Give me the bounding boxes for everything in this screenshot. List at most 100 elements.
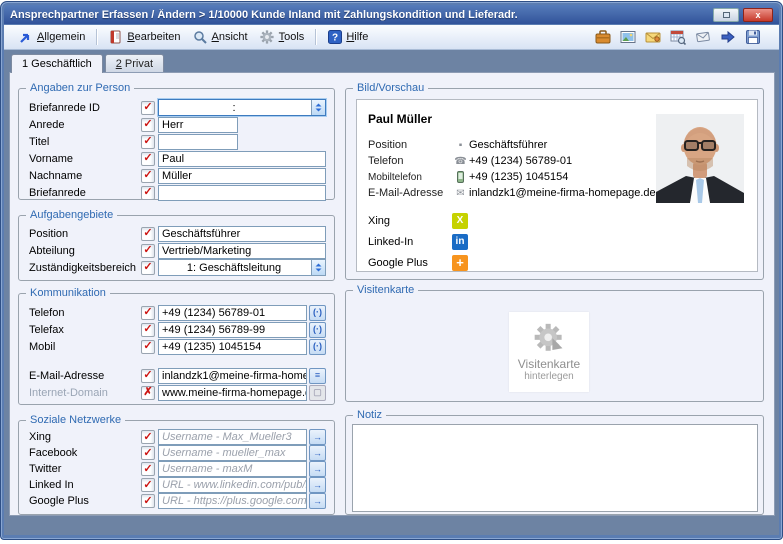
email-input[interactable]: inlandzk1@meine-firma-homepage.de [158, 368, 307, 384]
checked-icon[interactable]: ✓ [141, 430, 155, 444]
field-row-twitter: Twitter ✓ Username - maxM → [29, 461, 326, 477]
telefon-input[interactable]: +49 (1234) 56789-01 [158, 305, 307, 321]
preview-card: Paul Müller Position ▪ Geschäftsführer T… [356, 99, 758, 272]
menu-allgemein[interactable]: Allgemein [12, 28, 91, 47]
menu-hilfe[interactable]: ? Hilfe [321, 28, 374, 47]
forward-icon[interactable] [719, 29, 736, 46]
linkedin-icon[interactable]: in [452, 234, 468, 250]
xing-input[interactable]: Username - Max_Mueller3 [158, 429, 307, 445]
checked-icon[interactable]: ✓ [141, 462, 155, 476]
field-row-facebook: Facebook ✓ Username - mueller_max → [29, 445, 326, 461]
field-label: Mobil [29, 341, 141, 353]
position-input[interactable]: Geschäftsführer [158, 226, 326, 242]
briefanrede-input[interactable] [158, 185, 326, 201]
menu-label: Bearbeiten [127, 31, 180, 43]
facebook-input[interactable]: Username - mueller_max [158, 445, 307, 461]
twitter-input[interactable]: Username - maxM [158, 461, 307, 477]
open-link-button[interactable]: → [309, 477, 326, 493]
field-label: Briefanrede [29, 187, 141, 199]
dial-button[interactable]: (·) [309, 322, 326, 338]
open-link-button[interactable]: → [309, 493, 326, 509]
restore-button[interactable] [713, 8, 739, 22]
picture-icon[interactable] [619, 29, 636, 46]
contact-edit-icon[interactable] [644, 29, 661, 46]
checked-icon[interactable]: ✓ [141, 227, 155, 241]
preview-row-email: E-Mail-Adresse ✉ inlandzk1@meine-firma-h… [368, 185, 647, 201]
checked-icon[interactable]: ✓ [141, 152, 155, 166]
preview-row-position: Position ▪ Geschäftsführer [368, 137, 647, 153]
unchecked-icon[interactable]: ✗ [141, 386, 155, 400]
visitenkarte-placeholder[interactable]: Visitenkarte hinterlegen [509, 312, 589, 392]
checked-icon[interactable]: ✓ [141, 494, 155, 508]
preview-row-linkedin: Linked-In in [368, 231, 468, 252]
titel-input[interactable] [158, 134, 238, 150]
table-search-icon[interactable] [669, 29, 686, 46]
field-row-googleplus: Google Plus ✓ URL - https://plus.google.… [29, 493, 326, 509]
placeholder-line1: Visitenkarte [518, 357, 580, 371]
bullet-icon: ▪ [452, 140, 469, 151]
group-visitenkarte: Visitenkarte Visitenkarte hinterlegen [345, 290, 764, 402]
menu-separator [96, 29, 97, 45]
dial-button[interactable]: (·) [309, 339, 326, 355]
checked-icon[interactable]: ✓ [141, 369, 155, 383]
anrede-input[interactable]: Herr [158, 117, 238, 133]
menu-separator [315, 29, 316, 45]
checked-icon[interactable]: ✓ [141, 186, 155, 200]
checked-icon[interactable]: ✓ [141, 118, 155, 132]
briefanrede-id-combo[interactable]: : [158, 99, 326, 116]
spinner-icon[interactable] [311, 100, 325, 115]
vorname-input[interactable]: Paul [158, 151, 326, 167]
mail-icon[interactable] [694, 29, 711, 46]
workspace: 1 Geschäftlich 2 Privat Angaben zur Pers… [4, 50, 779, 535]
checked-icon[interactable]: ✓ [141, 340, 155, 354]
checked-icon[interactable]: ✓ [141, 478, 155, 492]
internet-domain-input[interactable]: www.meine-firma-homepage.de [158, 385, 307, 401]
group-soziale-netzwerke: Soziale Netzwerke Xing ✓ Username - Max_… [18, 420, 335, 515]
spinner-icon[interactable] [311, 260, 325, 275]
menu-bearbeiten[interactable]: Bearbeiten [102, 28, 186, 47]
open-link-button[interactable]: → [309, 429, 326, 445]
save-icon[interactable] [744, 29, 761, 46]
close-button[interactable]: x [743, 8, 773, 22]
telefax-input[interactable]: +49 (1234) 56789-99 [158, 322, 307, 338]
googleplus-input[interactable]: URL - https://plus.google.com/1239647 [158, 493, 307, 509]
open-link-button[interactable]: → [309, 461, 326, 477]
mobil-input[interactable]: +49 (1235) 1045154 [158, 339, 307, 355]
xing-icon[interactable]: X [452, 213, 468, 229]
dial-button[interactable]: (·) [309, 305, 326, 321]
field-label: Briefanrede ID [29, 102, 141, 114]
menu-ansicht[interactable]: Ansicht [187, 28, 254, 47]
tab-privat[interactable]: 2 Privat [105, 54, 164, 73]
briefcase-icon[interactable] [594, 29, 611, 46]
group-angaben-zur-person: Angaben zur Person Briefanrede ID ✓ : [18, 88, 335, 200]
field-label: Facebook [29, 447, 141, 459]
tab-geschaeftlich[interactable]: 1 Geschäftlich [11, 54, 103, 73]
field-row-briefanrede: Briefanrede ✓ [29, 184, 326, 201]
gear-photo-icon [532, 323, 566, 355]
email-menu-button[interactable]: ≡ [309, 368, 326, 384]
menu-tools[interactable]: Tools [254, 28, 311, 47]
notiz-textarea[interactable] [352, 424, 758, 512]
abteilung-input[interactable]: Vertrieb/Marketing [158, 243, 326, 259]
field-row-xing: Xing ✓ Username - Max_Mueller3 → [29, 429, 326, 445]
checked-icon[interactable]: ✓ [141, 135, 155, 149]
checked-icon[interactable]: ✓ [141, 446, 155, 460]
menubar: Allgemein Bearbeiten Ansicht Tools ? [4, 25, 779, 50]
googleplus-icon[interactable]: + [452, 255, 468, 271]
checked-icon[interactable]: ✓ [141, 244, 155, 258]
group-notiz: Notiz [345, 415, 764, 515]
field-row-anrede: Anrede ✓ Herr [29, 116, 326, 133]
checked-icon[interactable]: ✓ [141, 261, 155, 275]
nachname-input[interactable]: Müller [158, 168, 326, 184]
zustaendigkeitsbereich-combo[interactable]: 1: Geschäftsleitung [158, 259, 326, 276]
checked-icon[interactable]: ✓ [141, 101, 155, 115]
contact-name: Paul Müller [368, 112, 432, 126]
checked-icon[interactable]: ✓ [141, 323, 155, 337]
edit-book-icon [108, 30, 123, 45]
linkedin-input[interactable]: URL - www.linkedin.com/pub/max_muell [158, 477, 307, 493]
checked-icon[interactable]: ✓ [141, 169, 155, 183]
checked-icon[interactable]: ✓ [141, 306, 155, 320]
field-row-zustaendigkeitsbereich: Zuständigkeitsbereich ✓ 1: Geschäftsleit… [29, 259, 326, 276]
group-title: Aufgabengebiete [26, 209, 117, 222]
open-link-button[interactable]: → [309, 445, 326, 461]
